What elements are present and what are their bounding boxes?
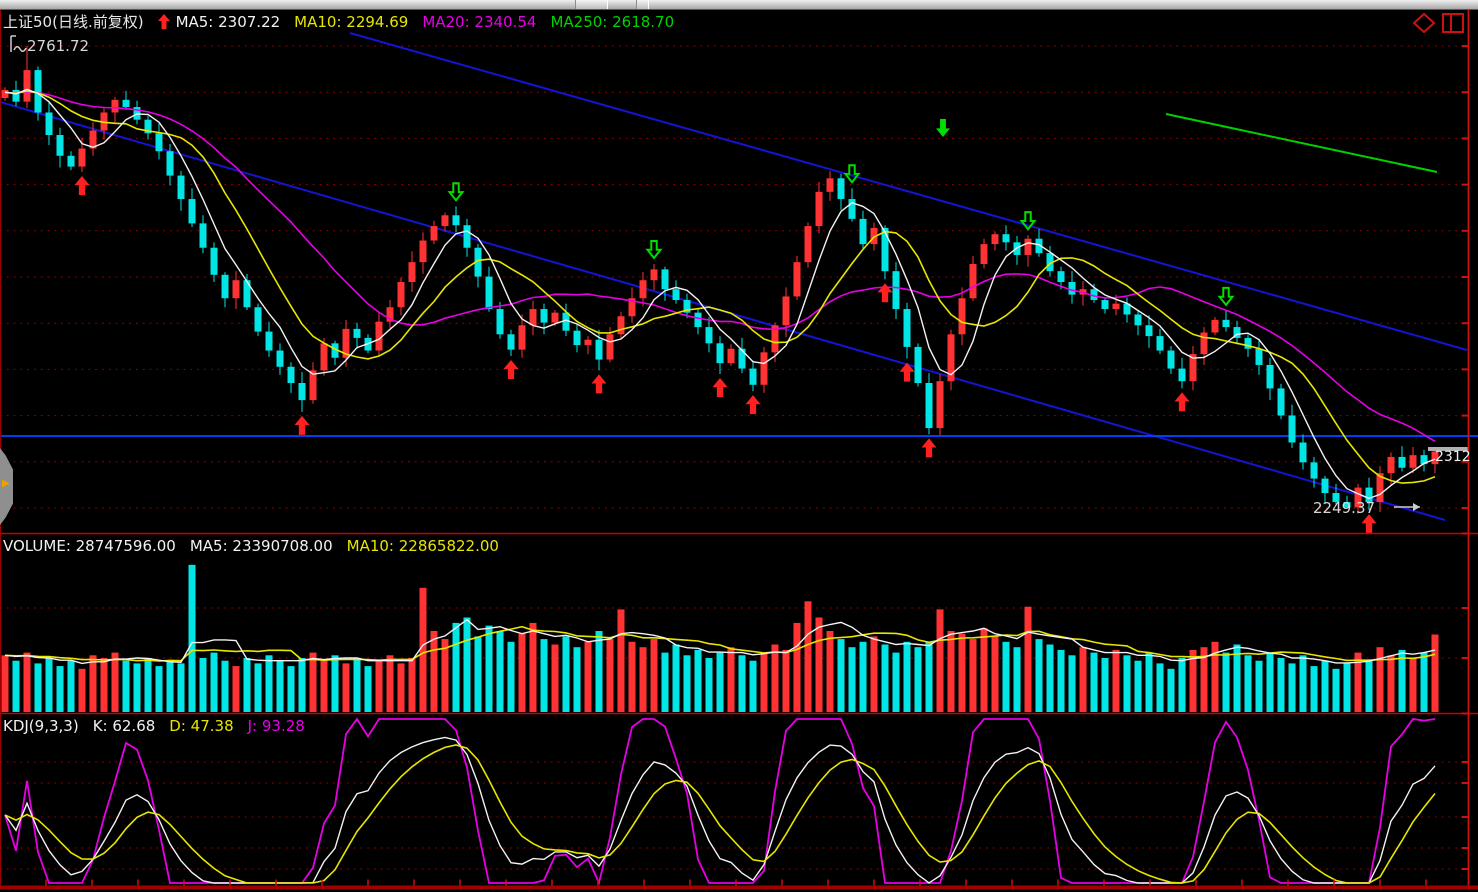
expand-arrow-icon: ▶ <box>2 479 10 489</box>
split-window-icon[interactable] <box>1442 13 1464 33</box>
corner-tools <box>1413 13 1464 33</box>
kdj-params: KDJ(9,3,3) <box>3 717 79 735</box>
kdj-header: KDJ(9,3,3) K: 62.68 D: 47.38 J: 93.28 <box>3 717 319 735</box>
volume-ma5-value: MA5: 23390708.00 <box>190 537 333 555</box>
candlestick-pane[interactable] <box>0 10 1478 533</box>
high-price-label: 2761.72 <box>27 37 89 55</box>
volume-pane[interactable] <box>0 534 1478 713</box>
diamond-tool-icon[interactable] <box>1413 13 1435 33</box>
symbol-title: 上证50(日线.前复权) <box>3 13 144 31</box>
ma5-value: MA5: 2307.22 <box>176 13 281 31</box>
stock-chart-window: 上证50(日线.前复权) MA5: 2307.22 MA10: 2294.69 MA2… <box>0 0 1478 892</box>
main-chart-header: 上证50(日线.前复权) MA5: 2307.22 MA10: 2294.69 MA2… <box>3 11 688 32</box>
ma20-value: MA20: 2340.54 <box>422 13 536 31</box>
low-price-label: 2249.37 <box>1313 499 1375 517</box>
kdj-d-value: D: 47.38 <box>169 717 233 735</box>
volume-value: VOLUME: 28747596.00 <box>3 537 176 555</box>
volume-ma10-value: MA10: 22865822.00 <box>347 537 499 555</box>
kdj-pane[interactable] <box>0 714 1478 888</box>
volume-header: VOLUME: 28747596.00 MA5: 23390708.00 MA10:… <box>3 537 513 555</box>
up-arrow-icon <box>158 14 170 29</box>
ma10-value: MA10: 2294.69 <box>294 13 408 31</box>
ma250-value: MA250: 2618.70 <box>550 13 674 31</box>
kdj-k-value: K: 62.68 <box>93 717 156 735</box>
kdj-j-value: J: 93.28 <box>248 717 305 735</box>
last-price-label: 2312 <box>1435 449 1471 465</box>
